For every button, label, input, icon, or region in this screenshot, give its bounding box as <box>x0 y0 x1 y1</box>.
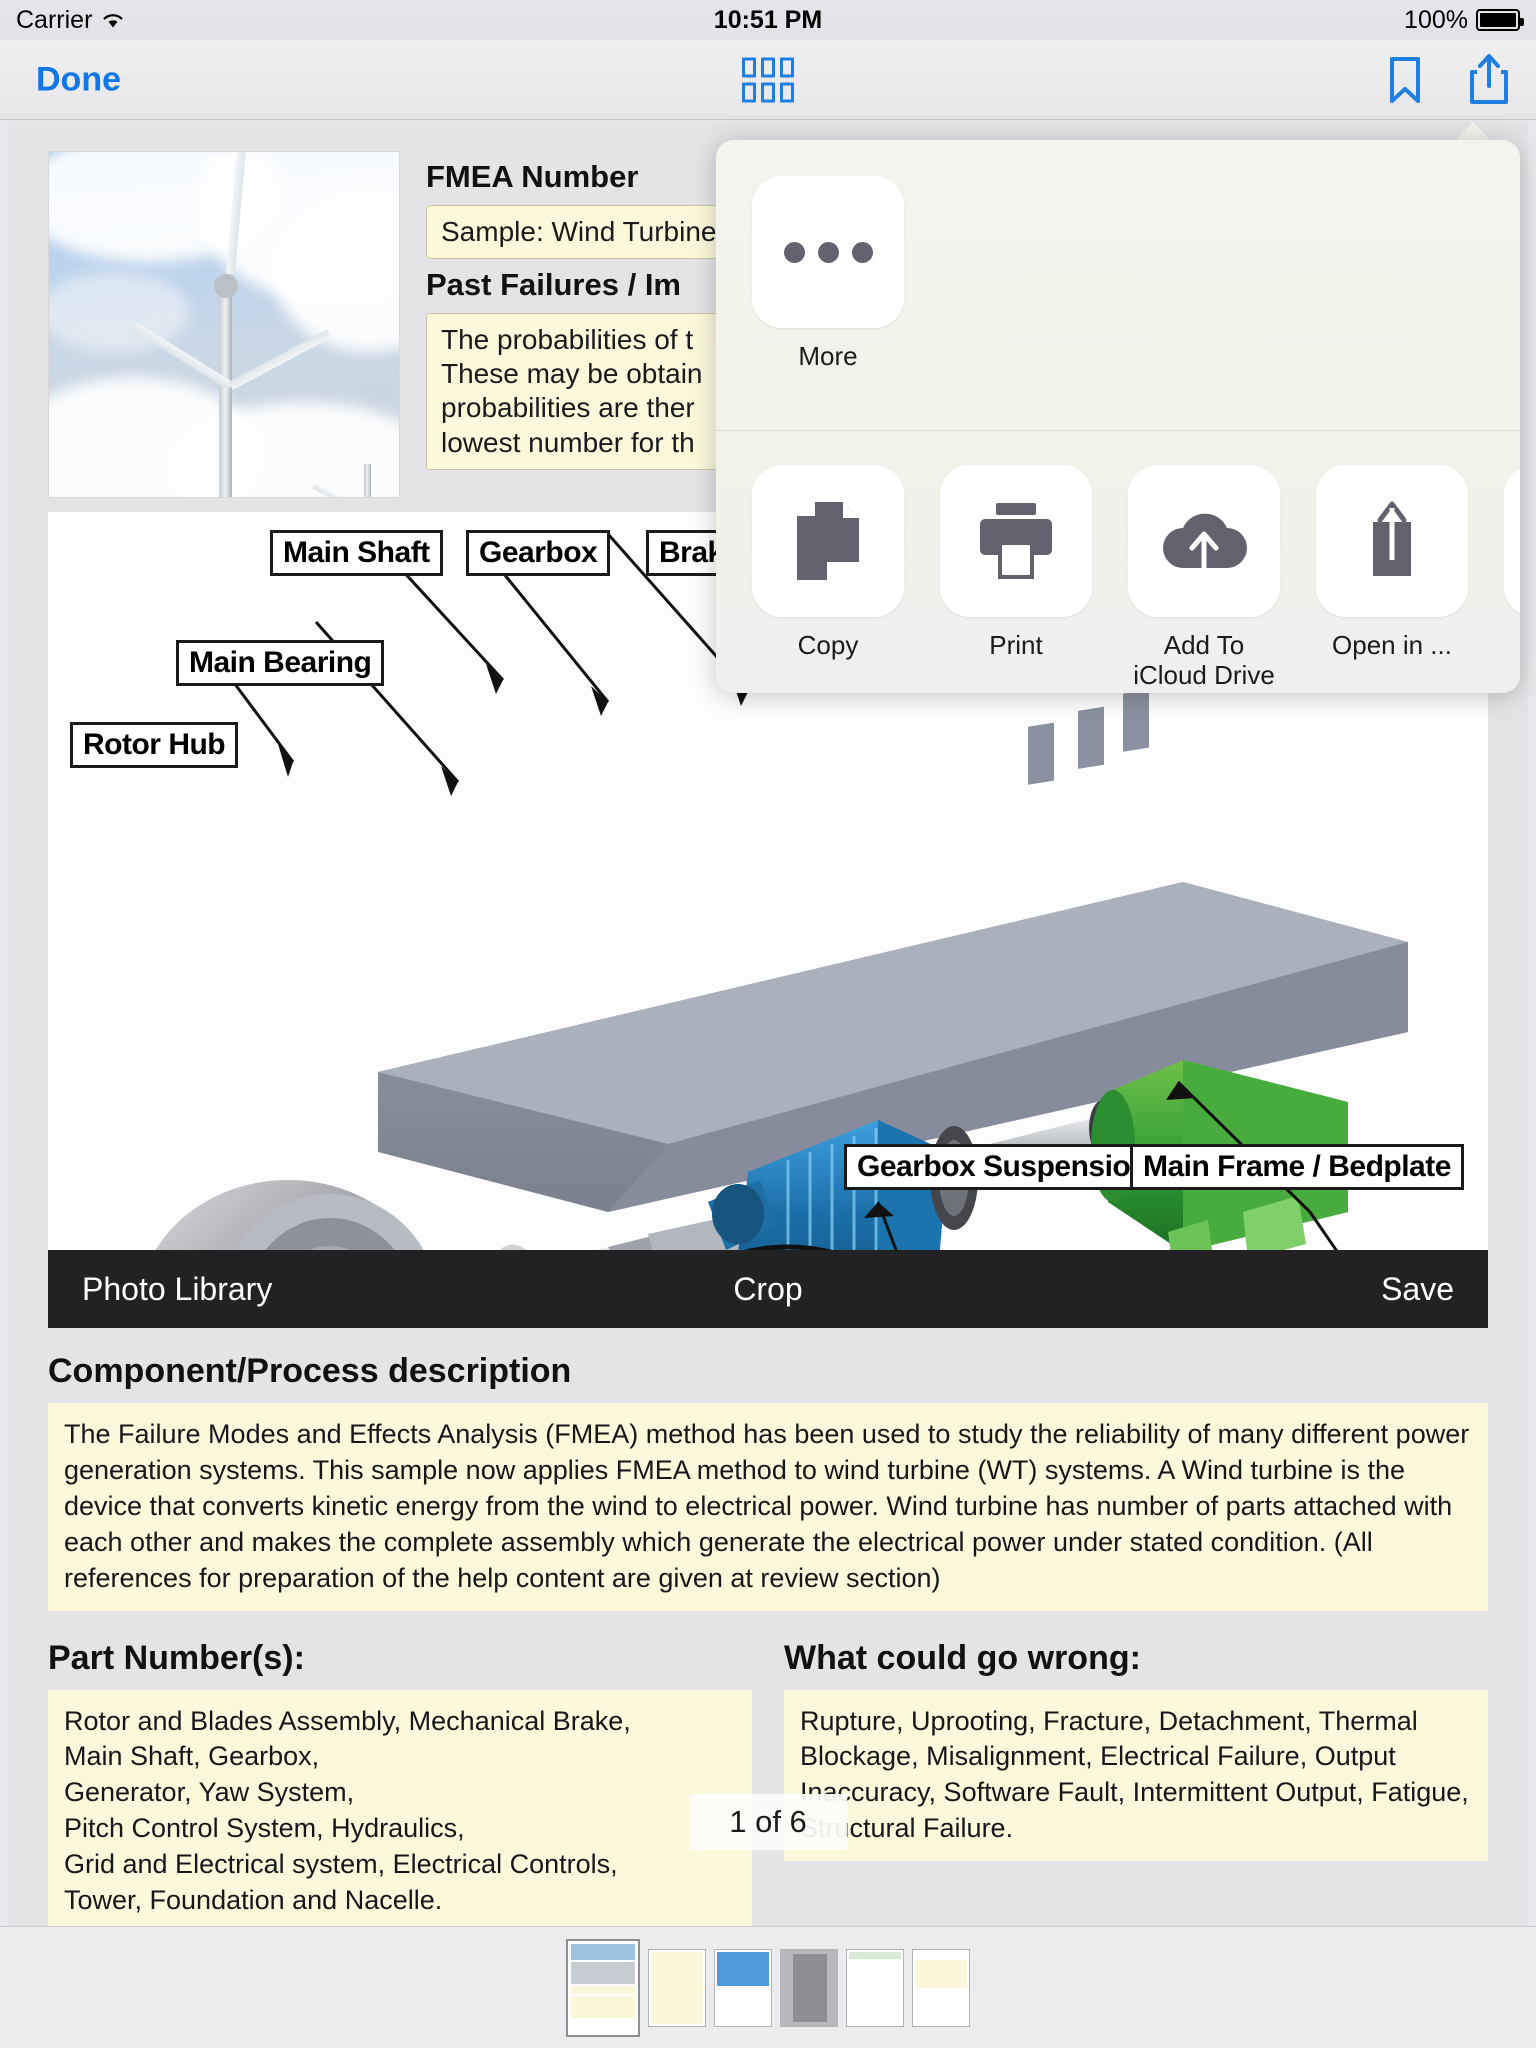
status-bar: Carrier 10:51 PM 100% <box>0 0 1536 40</box>
done-button[interactable]: Done <box>36 60 121 99</box>
navigation-bar-right <box>1384 52 1512 108</box>
component-description-field[interactable]: The Failure Modes and Effects Analysis (… <box>48 1403 1488 1611</box>
more-tile[interactable]: More <box>752 176 904 372</box>
part-numbers-column: Part Number(s): Rotor and Blades Assembl… <box>48 1615 752 1926</box>
share-sheet-apps-section: More <box>716 140 1520 430</box>
what-could-go-wrong-field[interactable]: Rupture, Uprooting, Fracture, Detachment… <box>784 1689 1488 1862</box>
print-label: Print <box>989 630 1043 660</box>
page-5-thumb[interactable] <box>846 1948 904 2027</box>
share-sheet-actions-section: Copy Print Add To iCloud Drive Open in .… <box>716 430 1520 693</box>
component-description-title: Component/Process description <box>48 1352 572 1390</box>
battery-full-icon <box>1476 9 1524 31</box>
diagram-label-gearbox: Gearbox <box>466 530 611 577</box>
page-4-thumb[interactable] <box>780 1948 838 2027</box>
partial-action-icon[interactable] <box>1504 465 1520 617</box>
diagram-label-gearbox-suspension: Gearbox Suspension <box>844 1144 1162 1191</box>
page-2-thumb[interactable] <box>648 1948 706 2027</box>
open-in-icon[interactable] <box>1316 465 1468 617</box>
status-bar-time: 10:51 PM <box>713 5 823 34</box>
open-in-tile[interactable]: Open in ... <box>1316 465 1468 691</box>
bookmark-icon[interactable] <box>1384 54 1426 106</box>
save-button[interactable]: Save <box>1381 1271 1454 1308</box>
copy-icon[interactable] <box>752 465 904 617</box>
what-could-go-wrong-column: What could go wrong: Rupture, Uprooting,… <box>784 1615 1488 1926</box>
share-sheet-apps-row: More <box>752 176 1520 372</box>
battery-percent-label: 100% <box>1404 5 1468 34</box>
diagram-label-rotor-hub: Rotor Hub <box>70 722 239 769</box>
page-3-thumb[interactable] <box>714 1948 772 2027</box>
print-tile[interactable]: Print <box>940 465 1092 691</box>
icloud-upload-icon[interactable] <box>1128 465 1280 617</box>
diagram-label-main-bearing: Main Bearing <box>176 640 385 687</box>
image-edit-toolbar: Photo Library Crop Save <box>48 1250 1488 1328</box>
diagram-label-main-shaft: Main Shaft <box>270 530 443 577</box>
diagram-label-main-frame-bedplate: Main Frame / Bedplate <box>1130 1144 1464 1191</box>
part-numbers-and-failures-row: Part Number(s): Rotor and Blades Assembl… <box>48 1615 1488 1926</box>
printer-icon[interactable] <box>940 465 1092 617</box>
share-icon[interactable] <box>1466 52 1512 108</box>
share-sheet-actions-row: Copy Print Add To iCloud Drive Open in .… <box>752 465 1520 691</box>
wind-turbine-photo <box>48 151 400 498</box>
photo-library-button[interactable]: Photo Library <box>82 1271 272 1308</box>
page-indicator: 1 of 6 <box>689 1794 847 1850</box>
page-6-thumb[interactable] <box>912 1948 970 2027</box>
part-numbers-field[interactable]: Rotor and Blades Assembly, Mechanical Br… <box>48 1689 752 1926</box>
more-label: More <box>798 341 858 371</box>
ellipsis-icon[interactable] <box>752 176 904 328</box>
next-action-partial-tile[interactable] <box>1504 465 1520 691</box>
share-sheet-popover: More Copy Print Add To iCloud Drive Open… <box>716 140 1520 693</box>
add-to-icloud-drive-tile[interactable]: Add To iCloud Drive <box>1128 465 1280 691</box>
what-could-go-wrong-title: What could go wrong: <box>784 1638 1141 1677</box>
part-numbers-title: Part Number(s): <box>48 1638 305 1677</box>
copy-tile[interactable]: Copy <box>752 465 904 691</box>
status-bar-right: 100% <box>1404 5 1524 35</box>
page-thumbnail-strip <box>0 1926 1536 2048</box>
copy-label: Copy <box>797 630 859 660</box>
navigation-bar: Done <box>0 40 1536 120</box>
crop-button[interactable]: Crop <box>733 1271 802 1308</box>
page-1-thumb[interactable] <box>566 1938 640 2037</box>
grid-view-icon[interactable] <box>742 57 794 102</box>
open-in-label: Open in ... <box>1332 630 1452 660</box>
add-to-icloud-drive-label: Add To iCloud Drive <box>1133 630 1275 690</box>
